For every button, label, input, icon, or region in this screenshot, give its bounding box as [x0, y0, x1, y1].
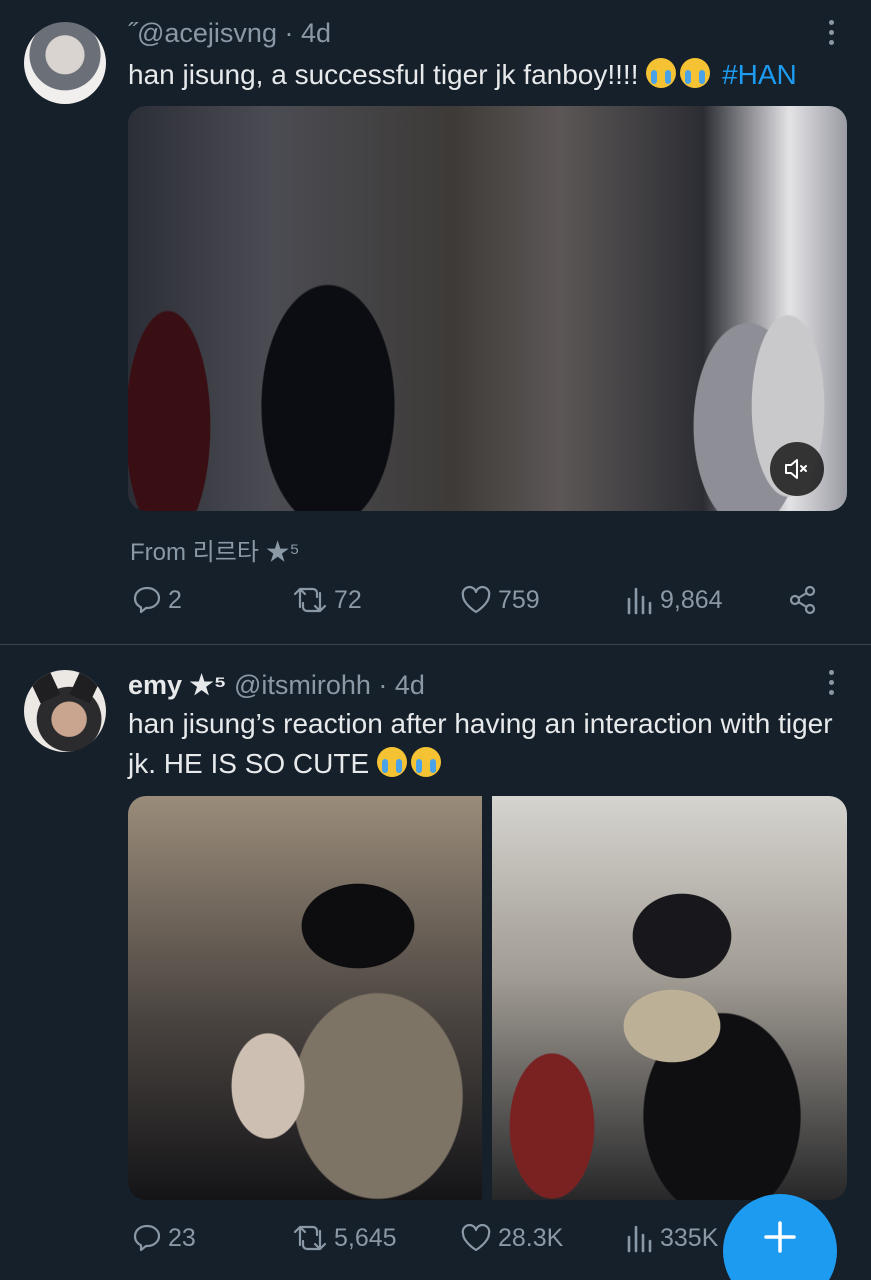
- retweet-button[interactable]: 5,645: [292, 1223, 397, 1253]
- speaker-muted-icon[interactable]: [770, 442, 824, 496]
- photo-media-1[interactable]: [128, 796, 482, 1200]
- reply-button[interactable]: 23: [132, 1223, 196, 1253]
- tweet-text: han jisung, a successful tiger jk fanboy…: [128, 55, 841, 95]
- like-button[interactable]: 759: [460, 585, 540, 615]
- tweet-header: emy ★⁵ @itsmirohh · 4d: [128, 670, 425, 701]
- loudly-crying-face-emoji: [680, 58, 711, 88]
- handle-and-time[interactable]: ˝@acejisvng · 4d: [128, 18, 331, 48]
- views-chart-icon: [627, 587, 652, 615]
- views-chart-icon: [627, 1225, 652, 1253]
- loudly-crying-face-emoji: [376, 747, 407, 777]
- plus-icon: [764, 1221, 796, 1253]
- retweet-icon: [293, 1225, 327, 1251]
- video-media[interactable]: [128, 106, 847, 511]
- more-vertical-icon[interactable]: [829, 20, 835, 45]
- views-button[interactable]: 335K: [626, 1223, 718, 1253]
- action-bar: 2 72 759 9,864: [0, 585, 871, 625]
- tweet-1[interactable]: ˝@acejisvng · 4d han jisung, a successfu…: [0, 0, 871, 645]
- views-button[interactable]: 9,864: [626, 585, 723, 615]
- loudly-crying-face-emoji: [646, 58, 677, 88]
- like-button[interactable]: 28.3K: [460, 1223, 563, 1253]
- views-count: 335K: [660, 1223, 719, 1252]
- photo-media-2[interactable]: [492, 796, 847, 1200]
- handle-and-time[interactable]: @itsmirohh · 4d: [226, 670, 425, 700]
- reply-icon: [133, 1224, 161, 1252]
- heart-icon: [461, 585, 491, 614]
- loudly-crying-face-emoji: [410, 747, 441, 777]
- avatar[interactable]: [24, 670, 106, 752]
- share-button[interactable]: [788, 585, 818, 615]
- like-count: 28.3K: [498, 1223, 564, 1252]
- divider: [0, 644, 871, 645]
- heart-icon: [461, 1223, 491, 1252]
- retweet-count: 5,645: [334, 1223, 397, 1252]
- display-name[interactable]: emy ★⁵: [128, 670, 226, 700]
- tweet-body: han jisung’s reaction after having an in…: [128, 708, 833, 779]
- views-count: 9,864: [660, 585, 723, 614]
- share-icon: [789, 585, 816, 615]
- tweet-header: ˝@acejisvng · 4d: [128, 18, 331, 49]
- tweet-body: han jisung, a successful tiger jk fanboy…: [128, 59, 647, 90]
- retweet-count: 72: [334, 585, 362, 614]
- more-vertical-icon[interactable]: [829, 670, 835, 695]
- reply-icon: [133, 586, 161, 614]
- source-attribution: From 리르타 ★⁵: [130, 539, 300, 566]
- retweet-icon: [293, 587, 327, 613]
- retweet-button[interactable]: 72: [292, 585, 362, 615]
- tweet-text: han jisung’s reaction after having an in…: [128, 704, 841, 784]
- avatar[interactable]: [24, 22, 106, 104]
- reply-count: 2: [168, 585, 182, 614]
- reply-count: 23: [168, 1223, 196, 1252]
- reply-button[interactable]: 2: [132, 585, 182, 615]
- hashtag-link[interactable]: #HAN: [722, 59, 797, 90]
- like-count: 759: [498, 585, 540, 614]
